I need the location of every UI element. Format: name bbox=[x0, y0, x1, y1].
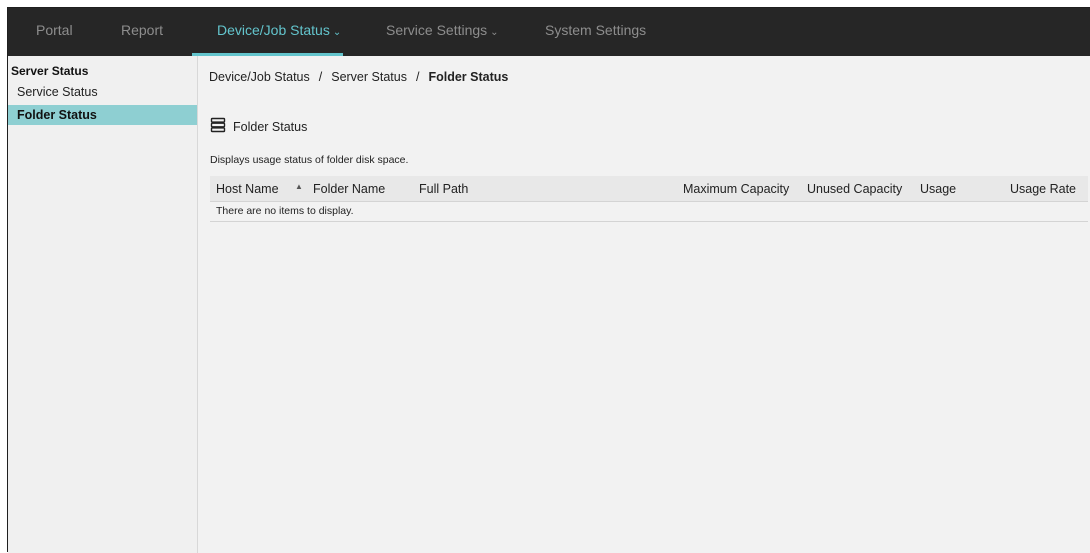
table-empty-row: There are no items to display. bbox=[210, 202, 1088, 222]
app-window: Portal Report Device/Job Status ⌄ Service… bbox=[7, 7, 1090, 553]
column-header-usage[interactable]: Usage bbox=[920, 182, 956, 196]
nav-device-job-status-label: Device/Job Status bbox=[217, 22, 330, 38]
breadcrumb: Device/Job Status / Server Status / Folder S… bbox=[209, 70, 508, 84]
sidebar-item-label: Service Status bbox=[17, 85, 98, 99]
column-header-full-path[interactable]: Full Path bbox=[419, 182, 468, 196]
column-header-unused-capacity[interactable]: Unused Capacity bbox=[807, 182, 902, 196]
nav-report[interactable]: Report bbox=[121, 22, 163, 38]
breadcrumb-separator: / bbox=[415, 70, 420, 84]
column-header-maximum-capacity[interactable]: Maximum Capacity bbox=[683, 182, 789, 196]
sidebar-item-label: Folder Status bbox=[17, 108, 97, 122]
column-header-host-name[interactable]: Host Name bbox=[216, 182, 279, 196]
breadcrumb-server-status[interactable]: Server Status bbox=[331, 70, 407, 84]
nav-portal[interactable]: Portal bbox=[36, 22, 73, 38]
nav-device-job-status[interactable]: Device/Job Status ⌄ bbox=[217, 22, 341, 38]
nav-report-label: Report bbox=[121, 22, 164, 38]
breadcrumb-separator: / bbox=[318, 70, 323, 84]
top-navigation-bar: Portal Report Device/Job Status ⌄ Service… bbox=[8, 8, 1090, 56]
column-header-usage-rate[interactable]: Usage Rate bbox=[1010, 182, 1076, 196]
nav-service-settings[interactable]: Service Settings ⌄ bbox=[386, 22, 499, 38]
nav-system-settings[interactable]: System Settings bbox=[545, 22, 646, 38]
nav-service-settings-label: Service Settings bbox=[386, 22, 488, 38]
chevron-down-icon: ⌄ bbox=[332, 27, 342, 38]
main-content: Device/Job Status / Server Status / Folder S… bbox=[198, 56, 1090, 553]
table-header: Host Name ▲ Folder Name Full Path Maximu… bbox=[210, 176, 1088, 202]
breadcrumb-device-job-status[interactable]: Device/Job Status bbox=[209, 70, 310, 84]
section-title-label: Folder Status bbox=[233, 119, 308, 134]
column-header-folder-name[interactable]: Folder Name bbox=[313, 182, 385, 196]
section-description: Displays usage status of folder disk spa… bbox=[210, 154, 409, 166]
chevron-down-icon: ⌄ bbox=[490, 27, 499, 38]
sidebar: Server Status Service Status Folder Stat… bbox=[8, 56, 198, 553]
server-stack-icon bbox=[210, 117, 226, 136]
sidebar-item-service-status[interactable]: Service Status bbox=[8, 82, 197, 102]
empty-table-message: There are no items to display. bbox=[216, 205, 354, 217]
nav-system-settings-label: System Settings bbox=[545, 22, 647, 38]
sidebar-group-server-status[interactable]: Server Status bbox=[11, 64, 88, 78]
section-title: Folder Status bbox=[210, 117, 308, 137]
sidebar-item-folder-status[interactable]: Folder Status bbox=[8, 105, 197, 125]
breadcrumb-current: Folder Status bbox=[428, 70, 509, 84]
nav-portal-label: Portal bbox=[36, 22, 73, 38]
sort-ascending-icon[interactable]: ▲ bbox=[295, 182, 303, 191]
